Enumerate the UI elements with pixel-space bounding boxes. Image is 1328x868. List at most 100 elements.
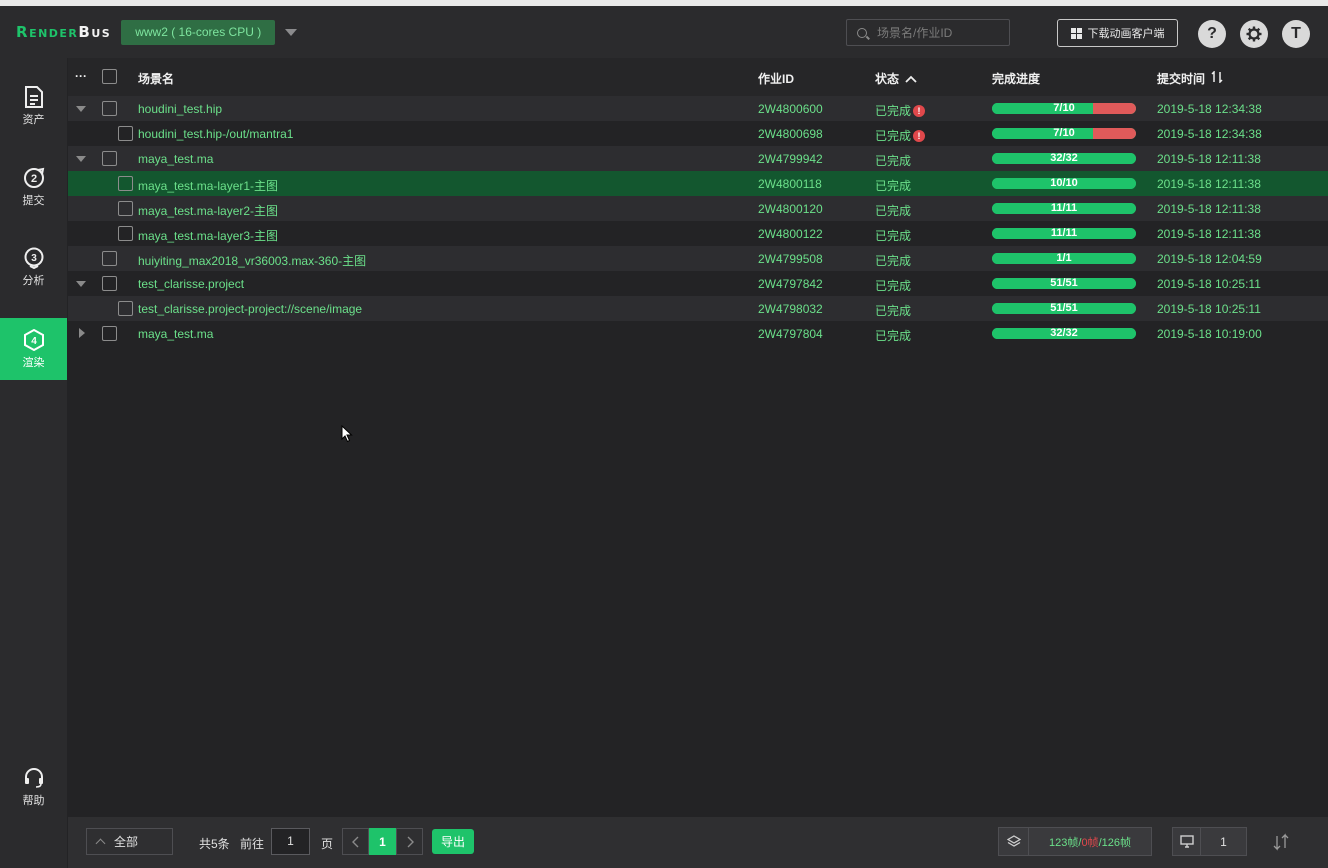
table-row[interactable]: maya_test.ma 2W4799942 已完成 32/32 2019-5-18 1… (68, 146, 1328, 171)
app-window: RENDERBUS www2 ( 16-cores CPU ) 下载动画客户端 … (0, 0, 1328, 868)
row-checkbox[interactable] (102, 276, 117, 291)
job-table: ··· 场景名 作业ID 状态 完成进度 提交时间 houdini_test.h… (68, 58, 1328, 346)
job-status: 已完成 (875, 152, 911, 169)
scene-name[interactable]: huiyiting_max2018_vr36003.max-360-主图 (138, 252, 366, 269)
sidebar-item-submit[interactable]: 2 提交 (0, 156, 67, 218)
scene-name[interactable]: maya_test.ma-layer2-主图 (138, 202, 278, 219)
help-button[interactable]: ? (1198, 20, 1226, 48)
scene-name[interactable]: houdini_test.hip (138, 102, 222, 116)
expand-down-icon[interactable] (76, 156, 86, 162)
submit-time: 2019-5-18 12:04:59 (1157, 252, 1262, 266)
row-checkbox[interactable] (118, 201, 133, 216)
column-header-name: 场景名 (138, 72, 175, 86)
prev-page-button[interactable] (342, 828, 369, 855)
progress-label: 11/11 (1050, 228, 1078, 239)
table-footer: 全部 共5条 前往 1 页 1 导出 123帧/0帧/126帧 1 (68, 817, 1328, 868)
job-id: 2W4799508 (758, 252, 823, 266)
progress-label: 7/10 (1053, 128, 1075, 139)
scene-name[interactable]: test_clarisse.project-project://scene/im… (138, 302, 362, 316)
column-header-progress: 完成进度 (992, 72, 1041, 86)
column-header-time-label: 提交时间 (1157, 72, 1206, 86)
svg-text:4: 4 (31, 336, 37, 347)
job-id: 2W4800120 (758, 202, 823, 216)
scene-name[interactable]: maya_test.ma (138, 327, 213, 341)
select-all-checkbox[interactable] (102, 69, 117, 84)
search-icon (857, 27, 867, 38)
logo-ender: ENDER (29, 27, 79, 40)
sort-order-icon[interactable] (1272, 833, 1292, 851)
column-header-job-id: 作业ID (758, 72, 795, 86)
expand-down-icon[interactable] (76, 106, 86, 112)
machine-count-value: 1 (1220, 834, 1227, 849)
job-status-label: 已完成 (875, 129, 912, 143)
progress-label: 51/51 (1050, 278, 1078, 289)
progress-label: 32/32 (1050, 153, 1078, 164)
chevron-up-icon (95, 838, 106, 849)
sidebar-label-submit: 提交 (22, 194, 45, 207)
row-checkbox[interactable] (118, 226, 133, 241)
progress-label: 10/10 (1050, 178, 1078, 189)
sidebar-item-help[interactable]: 帮助 (0, 756, 67, 818)
scene-name[interactable]: test_clarisse.project (138, 277, 244, 291)
sidebar-item-assets[interactable]: 资产 (0, 75, 67, 137)
user-avatar-button[interactable]: T (1282, 20, 1310, 48)
table-row[interactable]: houdini_test.hip 2W4800600 已完成! 7/10 2019-5-… (68, 96, 1328, 121)
table-row[interactable]: maya_test.ma-layer2-主图 2W4800120 已完成 11/11 2… (68, 196, 1328, 221)
expand-right-icon[interactable] (79, 328, 85, 338)
sidebar-item-render[interactable]: 4 渲染 (0, 318, 67, 380)
row-checkbox[interactable] (102, 326, 117, 341)
goto-page-input[interactable]: 1 (271, 828, 310, 855)
page-number-current[interactable]: 1 (369, 828, 396, 855)
table-row[interactable]: houdini_test.hip-/out/mantra1 2W4800698 已完… (68, 121, 1328, 146)
job-id: 2W4799942 (758, 152, 823, 166)
scene-name[interactable]: maya_test.ma (138, 152, 213, 166)
scene-name[interactable]: maya_test.ma-layer1-主图 (138, 177, 278, 194)
warning-icon[interactable]: ! (913, 129, 926, 142)
row-checkbox[interactable] (118, 126, 133, 141)
row-checkbox[interactable] (118, 176, 133, 191)
search-box[interactable] (846, 19, 1010, 46)
table-row[interactable]: maya_test.ma-layer3-主图 2W4800122 已完成 11/11 2… (68, 221, 1328, 246)
progress-label: 51/51 (1050, 303, 1078, 314)
more-columns-icon[interactable]: ··· (75, 69, 87, 83)
row-checkbox[interactable] (102, 151, 117, 166)
settings-button[interactable] (1240, 20, 1268, 48)
row-checkbox[interactable] (102, 251, 117, 266)
table-row[interactable]: maya_test.ma 2W4797804 已完成 32/32 2019-5-18 1… (68, 321, 1328, 346)
scene-name[interactable]: maya_test.ma-layer3-主图 (138, 227, 278, 244)
scene-name[interactable]: houdini_test.hip-/out/mantra1 (138, 127, 293, 141)
column-header-status-label: 状态 (875, 72, 900, 86)
job-id: 2W4800698 (758, 127, 823, 141)
progress-bar: 10/10 (992, 178, 1136, 189)
sidebar-item-analyze[interactable]: 3 分析 (0, 236, 67, 298)
job-status-label: 已完成 (875, 104, 912, 118)
render-node-select[interactable]: www2 ( 16-cores CPU ) (121, 19, 276, 45)
mouse-cursor-icon (341, 425, 353, 443)
table-row[interactable]: test_clarisse.project-project://scene/im… (68, 296, 1328, 321)
warning-icon[interactable]: ! (913, 104, 926, 117)
table-row[interactable]: huiyiting_max2018_vr36003.max-360-主图 2W47… (68, 246, 1328, 271)
row-checkbox[interactable] (102, 101, 117, 116)
goto-label: 前往 (240, 837, 265, 851)
row-checkbox[interactable] (118, 301, 133, 316)
column-header-status[interactable]: 状态 (875, 70, 917, 87)
table-row[interactable]: maya_test.ma-layer1-主图 2W4800118 已完成 10/10 2… (68, 171, 1328, 196)
table-row[interactable]: test_clarisse.project 2W4797842 已完成 51/51 20… (68, 271, 1328, 296)
next-page-button[interactable] (396, 828, 423, 855)
column-header-time[interactable]: 提交时间 (1157, 70, 1223, 87)
chevron-right-icon (407, 836, 414, 847)
expand-down-icon[interactable] (76, 281, 86, 287)
filter-select[interactable]: 全部 (86, 828, 173, 855)
job-status: 已完成 (875, 327, 911, 344)
progress-bar: 7/10 (992, 128, 1136, 139)
export-button[interactable]: 导出 (432, 829, 474, 854)
search-input[interactable] (877, 25, 997, 40)
total-count: 共5条 (199, 837, 230, 851)
progress-label: 1/1 (1056, 253, 1072, 264)
node-dropdown-caret-icon[interactable] (285, 28, 298, 36)
job-status-label: 已完成 (875, 204, 912, 218)
progress-bar: 51/51 (992, 278, 1136, 289)
filter-select-value: 全部 (114, 835, 139, 849)
svg-text:3: 3 (31, 253, 37, 264)
download-client-button[interactable]: 下载动画客户端 (1057, 19, 1178, 47)
